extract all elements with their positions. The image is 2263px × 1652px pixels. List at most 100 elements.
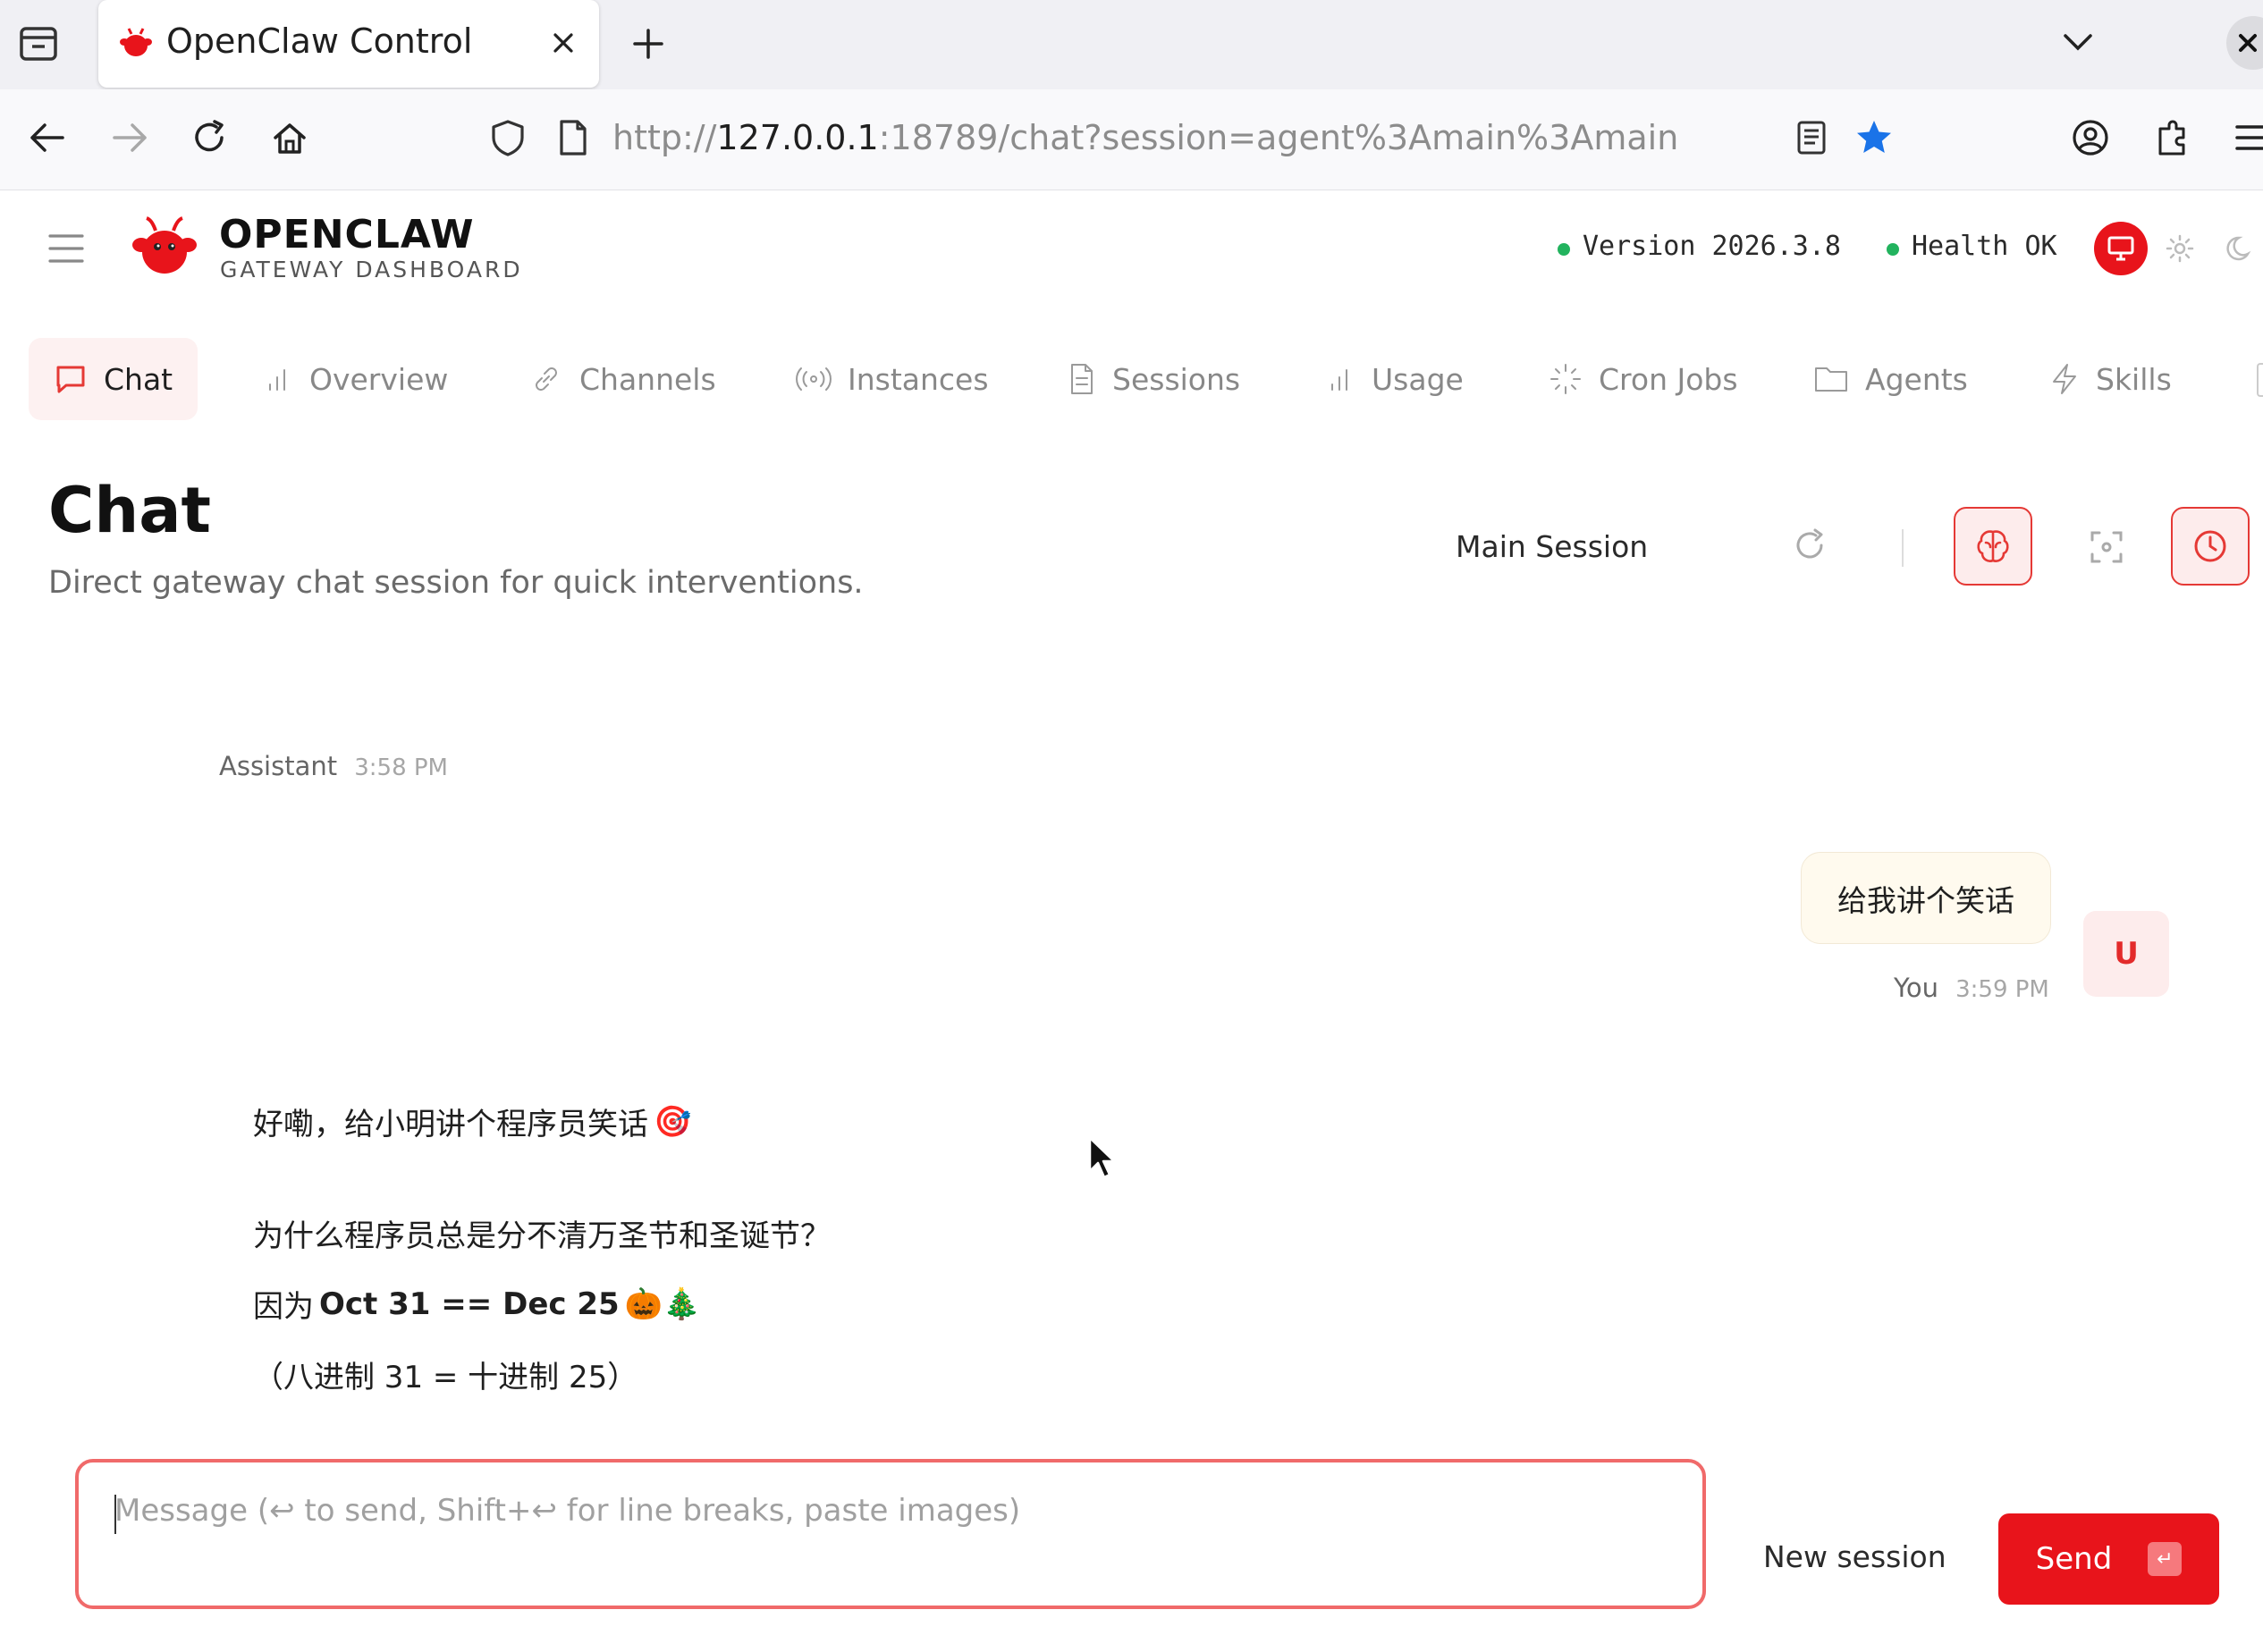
send-button[interactable]: Send ↵	[1998, 1513, 2219, 1605]
user-avatar: U	[2083, 911, 2169, 997]
message-text: 好嘞，给小明讲个程序员笑话	[253, 1107, 648, 1142]
assistant-message-line: 为什么程序员总是分不清万圣节和圣诞节？	[253, 1211, 831, 1255]
new-tab-icon[interactable]	[629, 25, 667, 63]
window-close-icon[interactable]	[2226, 16, 2263, 70]
health-value: OK	[2024, 231, 2057, 262]
tab-list-chevron-down-icon[interactable]	[2060, 29, 2096, 55]
assistant-message-line: 好嘞，给小明讲个程序员笑话 🎯	[253, 1100, 691, 1143]
folder-icon	[1815, 367, 1847, 392]
reader-mode-icon[interactable]	[1795, 120, 1828, 156]
message-text: 因为	[253, 1289, 314, 1325]
message-text: （八进制 31 = 十进制 25）	[253, 1360, 638, 1395]
tab-overview[interactable]: Overview	[240, 338, 473, 420]
tab-label: Chat	[104, 361, 173, 397]
bar-chart-icon	[1331, 369, 1347, 391]
mouse-cursor-icon	[1087, 1135, 1118, 1182]
hamburger-menu-icon[interactable]	[46, 231, 86, 266]
brain-icon	[1977, 530, 2009, 562]
tab-label: Channels	[579, 361, 716, 397]
clock-icon	[2194, 530, 2226, 562]
status-dot	[1887, 243, 1899, 256]
bolt-icon	[2053, 364, 2076, 394]
brand-subtitle: GATEWAY DASHBOARD	[220, 257, 523, 282]
tab-channels[interactable]: Channels	[504, 338, 741, 420]
message-time: 3:59 PM	[1955, 976, 2049, 1003]
account-icon[interactable]	[2071, 118, 2110, 157]
tab-agents[interactable]: Agents	[1788, 338, 1993, 420]
tab-instances[interactable]: Instances	[771, 338, 1014, 420]
reload-icon[interactable]	[190, 118, 229, 157]
sun-icon[interactable]	[2164, 232, 2196, 265]
tab-skills[interactable]: Skills	[2024, 338, 2197, 420]
tab-label: Skills	[2096, 361, 2172, 397]
health-status: Health OK	[1883, 231, 2057, 262]
tab-cron-jobs[interactable]: Cron Jobs	[1524, 338, 1763, 420]
message-text: 为什么程序员总是分不清万圣节和圣诞节？	[253, 1218, 831, 1254]
tab-label: Usage	[1372, 361, 1464, 397]
shield-icon[interactable]	[490, 118, 526, 157]
message-composer[interactable]	[75, 1459, 1706, 1609]
user-message-bubble: 给我讲个笑话	[1801, 852, 2051, 944]
moon-icon[interactable]	[2225, 232, 2257, 265]
forward-arrow-icon[interactable]	[109, 120, 150, 156]
monitor-theme-button[interactable]	[2094, 222, 2148, 275]
tab-sessions[interactable]: Sessions	[1043, 338, 1265, 420]
tab-label: Overview	[309, 361, 449, 397]
message-input[interactable]	[114, 1493, 1634, 1529]
brand-name: OPENCLAW	[219, 212, 475, 257]
page-subtitle: Direct gateway chat session for quick in…	[48, 565, 864, 601]
focus-mode-icon[interactable]	[2089, 529, 2124, 565]
loader-icon	[1550, 364, 1581, 394]
tab-chat[interactable]: Chat	[29, 338, 198, 420]
message-bold-text: Oct 31 == Dec 25	[319, 1285, 620, 1322]
toolbar-divider	[1902, 529, 1904, 567]
tab-label: Agents	[1865, 361, 1968, 397]
history-button[interactable]	[2171, 507, 2250, 586]
back-arrow-icon[interactable]	[27, 120, 68, 156]
more-tab-edge[interactable]	[2257, 363, 2263, 397]
assistant-message-meta: Assistant 3:58 PM	[219, 751, 448, 781]
tab-usage[interactable]: Usage	[1302, 338, 1489, 420]
openclaw-logo-icon	[131, 215, 198, 281]
tab-label: Cron Jobs	[1599, 361, 1738, 397]
health-label: Health	[1912, 231, 2009, 262]
user-message-meta: You 3:59 PM	[1894, 973, 2049, 1003]
close-tab-icon[interactable]	[547, 27, 579, 59]
assistant-message-line: （八进制 31 = 十进制 25）	[253, 1353, 638, 1396]
bar-chart-icon	[269, 369, 285, 391]
target-emoji-icon: 🎯	[654, 1103, 692, 1140]
new-session-button[interactable]: New session	[1763, 1539, 1946, 1574]
text-caret	[114, 1495, 116, 1534]
tab-label: Sessions	[1112, 361, 1241, 397]
page-info-icon[interactable]	[556, 118, 588, 157]
version-value: 2026.3.8	[1711, 231, 1842, 262]
send-label: Send	[2035, 1541, 2113, 1577]
bookmark-star-icon[interactable]	[1854, 118, 1894, 157]
extensions-icon[interactable]	[2153, 116, 2192, 157]
page-title: Chat	[48, 474, 211, 547]
status-dot	[1558, 243, 1570, 256]
message-text: 给我讲个笑话	[1837, 882, 2014, 918]
browser-tab-title: OpenClaw Control	[166, 21, 473, 61]
document-icon	[1071, 364, 1093, 394]
enter-key-icon: ↵	[2148, 1542, 2183, 1576]
session-selector[interactable]: Main Session	[1456, 529, 1648, 564]
tab-overview-icon[interactable]	[18, 25, 59, 63]
openclaw-favicon-icon	[118, 27, 154, 61]
refresh-icon[interactable]	[1792, 527, 1828, 563]
thinking-toggle-button[interactable]	[1954, 507, 2032, 586]
home-icon[interactable]	[270, 118, 309, 157]
message-time: 3:58 PM	[354, 754, 448, 781]
app-menu-icon[interactable]	[2233, 122, 2263, 154]
sender-name: You	[1894, 973, 1938, 1003]
radio-icon	[796, 367, 832, 391]
assistant-message-line: 因为 Oct 31 == Dec 25 🎃🎄	[253, 1282, 700, 1326]
sender-name: Assistant	[219, 751, 338, 781]
pumpkin-tree-emoji-icon: 🎃🎄	[624, 1285, 701, 1322]
version-label: Version	[1583, 231, 1696, 262]
link-icon	[536, 367, 557, 391]
monitor-icon	[2107, 236, 2134, 261]
version-status: Version 2026.3.8	[1554, 231, 1841, 262]
address-bar[interactable]: http://127.0.0.1:18789/chat?session=agen…	[612, 118, 1678, 157]
chat-bubble-icon	[56, 366, 85, 393]
